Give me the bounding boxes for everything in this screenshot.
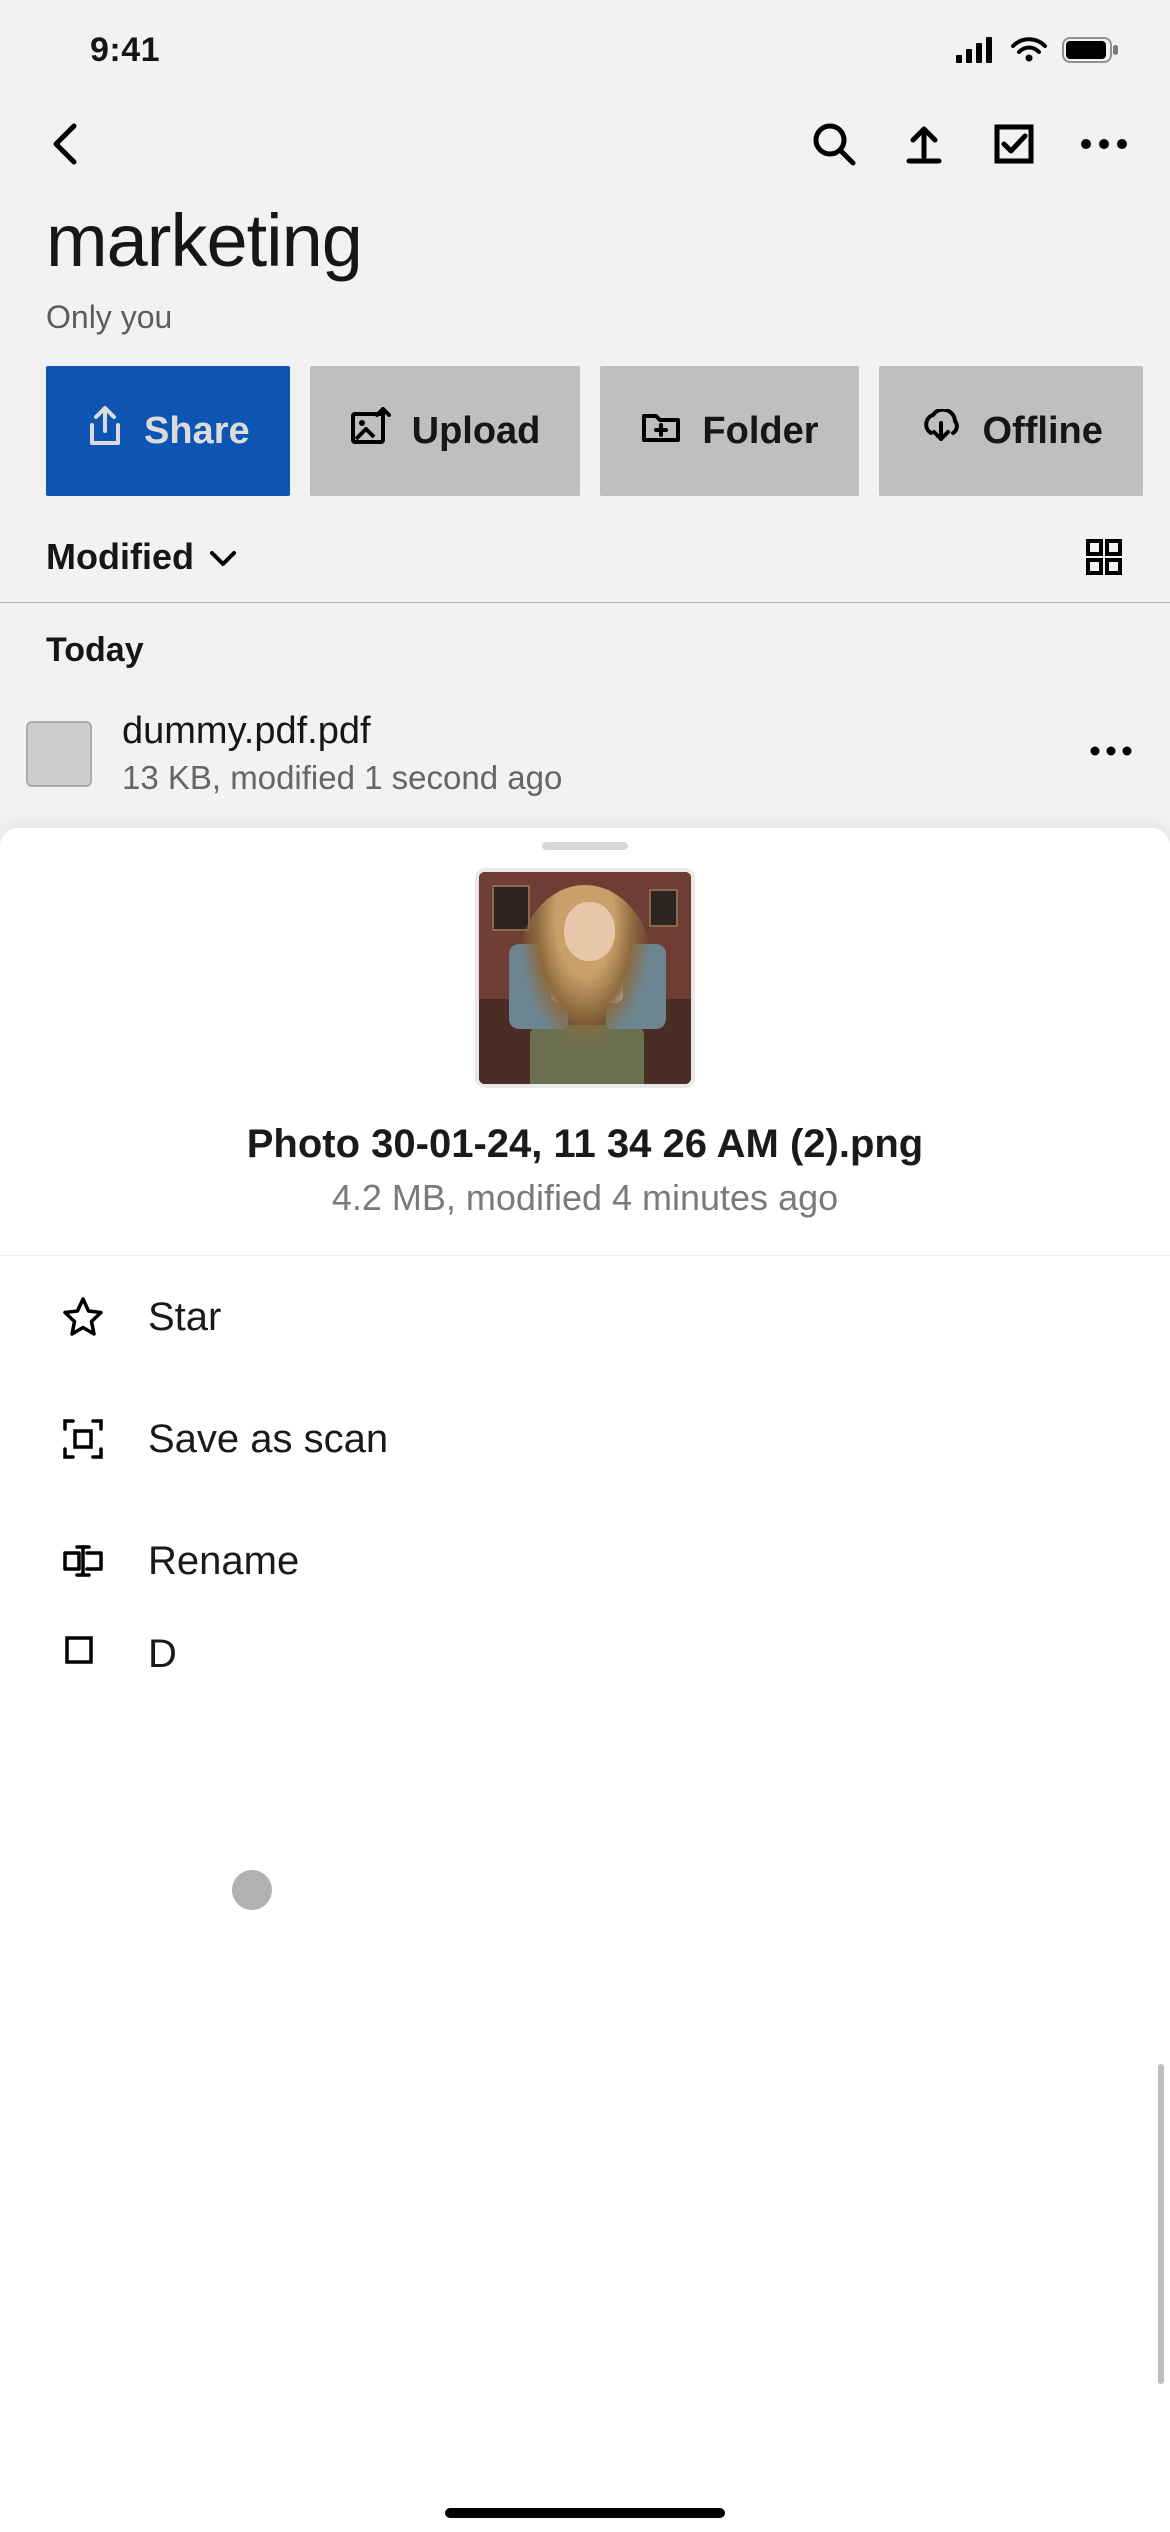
back-button[interactable] [36, 114, 96, 174]
upload-button[interactable]: Upload [310, 366, 581, 496]
wifi-icon [1010, 37, 1048, 63]
scan-icon [60, 1416, 106, 1462]
more-nav-button[interactable] [1074, 114, 1134, 174]
new-folder-button[interactable]: Folder [600, 366, 858, 496]
offline-label: Offline [983, 410, 1103, 453]
sort-button[interactable]: Modified [46, 536, 238, 578]
touch-indicator [232, 1870, 272, 1910]
battery-icon [1062, 37, 1120, 63]
nav-bar [0, 100, 1170, 188]
menu-item-star[interactable]: Star [0, 1256, 1170, 1378]
menu-label: Save as scan [148, 1417, 388, 1462]
scroll-indicator [1158, 2064, 1164, 2384]
group-header-today: Today [0, 603, 1170, 688]
folder-subtitle: Only you [46, 299, 1124, 336]
upload-nav-button[interactable] [894, 114, 954, 174]
share-icon [86, 405, 124, 457]
home-indicator [445, 2508, 725, 2518]
file-thumbnail [26, 721, 92, 787]
status-bar: 9:41 [0, 0, 1170, 100]
menu-item-rename[interactable]: Rename [0, 1500, 1170, 1622]
star-icon [60, 1294, 106, 1340]
share-label: Share [144, 410, 250, 453]
upload-image-icon [350, 407, 392, 455]
title-block: marketing Only you [0, 188, 1170, 366]
upload-label: Upload [412, 410, 541, 453]
search-button[interactable] [804, 114, 864, 174]
menu-label: Rename [148, 1539, 299, 1584]
menu-item-partial[interactable]: D [0, 1622, 1170, 1692]
sheet-header: Photo 30-01-24, 11 34 26 AM (2).png 4.2 … [0, 868, 1170, 1256]
file-more-button[interactable] [1088, 744, 1134, 763]
file-row[interactable]: dummy.pdf.pdf 13 KB, modified 1 second a… [0, 688, 1170, 819]
share-button[interactable]: Share [46, 366, 290, 496]
sheet-thumbnail [475, 868, 695, 1088]
file-name: dummy.pdf.pdf [122, 710, 1058, 753]
status-time: 9:41 [90, 31, 160, 70]
sheet-grabber[interactable] [542, 842, 628, 850]
folder-label: Folder [702, 410, 818, 453]
folder-title: marketing [46, 198, 1124, 283]
action-row: Share Upload Folder Offline [0, 366, 1170, 496]
chevron-down-icon [208, 536, 238, 578]
file-meta: 13 KB, modified 1 second ago [122, 759, 1058, 797]
offline-button[interactable]: Offline [879, 366, 1143, 496]
file-actions-sheet: Photo 30-01-24, 11 34 26 AM (2).png 4.2 … [0, 828, 1170, 2532]
sheet-file-name: Photo 30-01-24, 11 34 26 AM (2).png [247, 1122, 924, 1167]
menu-label: D [148, 1632, 177, 1677]
menu-label: Star [148, 1295, 221, 1340]
sheet-menu: Star Save as scan Rename D [0, 1256, 1170, 1692]
view-toggle-button[interactable] [1084, 537, 1124, 577]
duplicate-icon [60, 1631, 106, 1677]
offline-icon [919, 409, 963, 453]
sheet-file-meta: 4.2 MB, modified 4 minutes ago [332, 1177, 838, 1219]
cellular-icon [956, 37, 996, 63]
sort-row: Modified [0, 496, 1170, 603]
select-button[interactable] [984, 114, 1044, 174]
sort-label-text: Modified [46, 536, 194, 578]
menu-item-save-as-scan[interactable]: Save as scan [0, 1378, 1170, 1500]
status-indicators [956, 37, 1120, 63]
rename-icon [60, 1538, 106, 1584]
folder-plus-icon [640, 408, 682, 454]
grid-icon [1084, 537, 1124, 577]
